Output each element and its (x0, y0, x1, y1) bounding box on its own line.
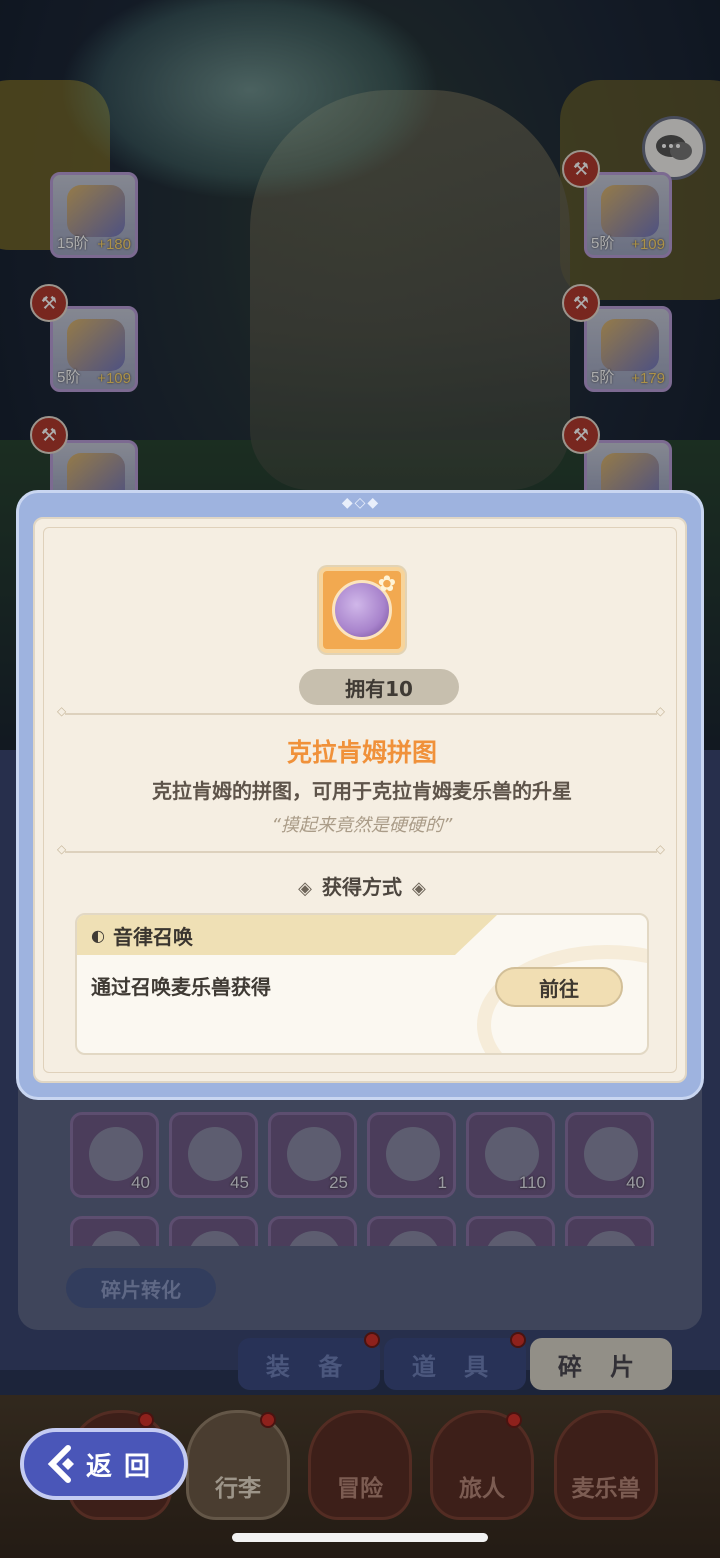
dialog-card: ✿ 拥有10 克拉肯姆拼图 克拉肯姆的拼图，可用于克拉肯姆麦乐兽的升星 “摸起来… (33, 517, 687, 1083)
item-description: 克拉肯姆的拼图，可用于克拉肯姆麦乐兽的升星 (152, 779, 572, 803)
item-quote: “摸起来竟然是硬硬的” (271, 815, 453, 836)
divider (57, 842, 665, 856)
diamond-ornament-icon: ◈ (412, 878, 426, 899)
go-button[interactable]: 前往 (495, 967, 623, 1007)
source-name: 音律召唤 (112, 924, 193, 949)
back-arrow-icon (47, 1445, 74, 1483)
source-tab: ◐ 音律召唤 (77, 915, 497, 955)
music-note-icon: ◐ (91, 925, 105, 945)
owned-count: 拥有10 (299, 669, 459, 705)
back-button[interactable]: 返回 (20, 1428, 188, 1500)
back-button-label: 返回 (86, 1451, 163, 1482)
item-title: 克拉肯姆拼图 (286, 738, 437, 767)
source-description: 通过召唤麦乐兽获得 (91, 975, 271, 999)
source-card: ◐ 音律召唤 通过召唤麦乐兽获得 前往 (75, 913, 649, 1055)
dialog-top-ornament: ◆◇◆ (341, 495, 381, 511)
divider (57, 704, 665, 718)
source-header-label: 获得方式 (322, 875, 402, 899)
home-indicator (232, 1533, 488, 1542)
item-detail-dialog: ◆◇◆ ✿ 拥有10 克拉肯姆拼图 克拉肯姆的拼图，可用于克拉肯姆麦乐兽的升星 … (16, 490, 704, 1100)
puzzle-star-icon: ✿ (377, 572, 397, 597)
item-icon-frame: ✿ (319, 567, 405, 653)
source-header: ◈ 获得方式 ◈ (35, 871, 689, 900)
diamond-ornament-icon: ◈ (298, 878, 312, 899)
